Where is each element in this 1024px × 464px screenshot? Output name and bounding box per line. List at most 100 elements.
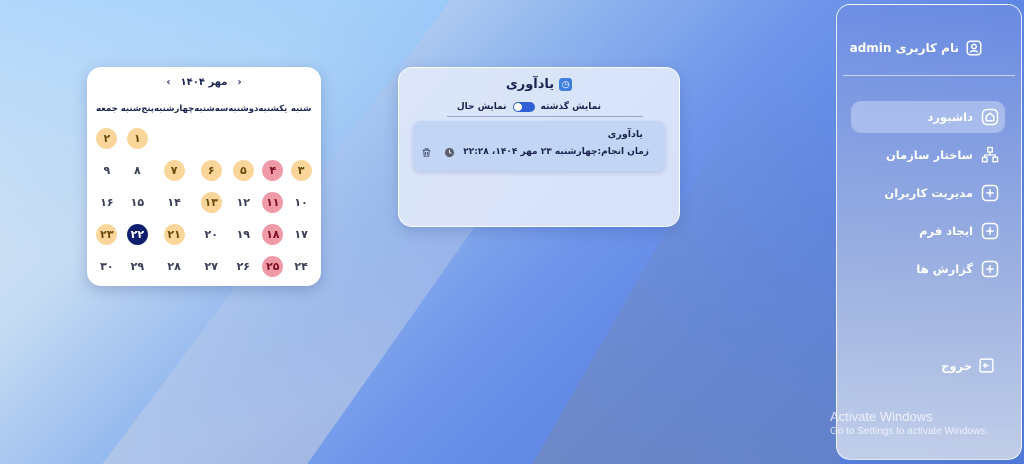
calendar-day-number: ۲۷ bbox=[204, 260, 218, 273]
calendar-day-number: ۲۳ bbox=[96, 224, 118, 245]
calendar-day-number: ۳ bbox=[290, 160, 312, 181]
calendar-day-number: ۲۹ bbox=[130, 260, 145, 273]
calendar-day[interactable]: ۳ bbox=[287, 157, 315, 184]
calendar-day[interactable]: ۱۱ bbox=[258, 189, 287, 216]
sidebar-item-reports[interactable]: گزارش ها bbox=[851, 253, 1005, 285]
reminder-item[interactable]: یادآوری زمان انجام:چهارشنبه ۲۳ مهر ۱۴۰۴،… bbox=[413, 121, 665, 171]
watermark-line2: Go to Settings to activate Windows. bbox=[830, 426, 988, 437]
calendar-day-number: ۱۴ bbox=[167, 196, 181, 209]
sidebar-item-label: مدیریت کاربران bbox=[884, 186, 973, 200]
reminder-card: ◷ یادآوری نمایش گذشته نمایش حال یادآوری … bbox=[398, 67, 680, 227]
reminder-item-time: زمان انجام:چهارشنبه ۲۳ مهر ۱۴۰۴، ۲۲:۲۸ bbox=[463, 147, 649, 157]
reminder-title-text: یادآوری bbox=[505, 77, 555, 92]
sidebar-item-org-structure[interactable]: ساختار سازمان bbox=[851, 139, 1005, 171]
filter-divider bbox=[447, 116, 643, 117]
calendar-day[interactable]: ۲۷ bbox=[194, 253, 228, 280]
show-mode-toggle[interactable] bbox=[512, 102, 535, 112]
calendar-day[interactable]: ۷ bbox=[154, 157, 194, 184]
sidebar-item-user-management[interactable]: مدیریت کاربران bbox=[851, 177, 1005, 209]
calendar-day-number: ۲۲ bbox=[126, 224, 148, 245]
calendar-day[interactable]: ۲۴ bbox=[287, 253, 315, 280]
calendar-day-number: ۱۹ bbox=[236, 228, 251, 241]
sidebar-item-dashboard[interactable]: داشبورد bbox=[851, 101, 1005, 133]
calendar-header: ‹ مهر ۱۴۰۴ › bbox=[93, 77, 315, 88]
calendar-day-number: ۹ bbox=[103, 164, 111, 177]
calendar-day[interactable]: ۴ bbox=[258, 157, 287, 184]
plus-box-icon bbox=[981, 260, 999, 278]
calendar-day-number: ۲۰ bbox=[204, 228, 218, 241]
calendar-day[interactable]: ۲ bbox=[93, 125, 121, 152]
weekday-header: دوشنبه bbox=[228, 104, 259, 114]
calendar-day-number: ۲۱ bbox=[163, 224, 185, 245]
calendar-day[interactable]: ۲۶ bbox=[228, 253, 258, 280]
weekday-header: یکشنبه bbox=[258, 104, 288, 114]
calendar-empty-cell bbox=[154, 125, 194, 152]
calendar-day[interactable]: ۱۲ bbox=[228, 189, 258, 216]
sidebar-item-label: داشبورد bbox=[927, 110, 973, 124]
show-current-label: نمایش حال bbox=[456, 102, 507, 112]
calendar-day-number: ۱۰ bbox=[294, 196, 308, 209]
activate-windows-watermark: Activate Windows Go to Settings to activ… bbox=[830, 409, 988, 437]
reminder-filter: نمایش گذشته نمایش حال bbox=[457, 102, 601, 112]
home-icon bbox=[981, 108, 999, 126]
trash-icon[interactable] bbox=[421, 147, 432, 158]
calendar-day[interactable]: ۱۵ bbox=[121, 189, 154, 216]
calendar-day[interactable]: ۲۳ bbox=[93, 221, 121, 248]
calendar-day-number: ۱۶ bbox=[100, 196, 114, 209]
calendar-day[interactable]: ۸ bbox=[121, 157, 154, 184]
calendar-day[interactable]: ۱ bbox=[121, 125, 154, 152]
month-label: مهر ۱۴۰۴ bbox=[180, 77, 228, 88]
calendar-day-today[interactable]: ۲۲ bbox=[121, 221, 154, 248]
calendar-day[interactable]: ۱۴ bbox=[154, 189, 194, 216]
calendar-day-number: ۲ bbox=[96, 128, 118, 149]
logout-label: خروج bbox=[941, 358, 972, 373]
calendar-day[interactable]: ۲۵ bbox=[258, 253, 287, 280]
calendar-day[interactable]: ۱۶ bbox=[93, 189, 121, 216]
calendar-widget: ‹ مهر ۱۴۰۴ › شنبه یکشنبه دوشنبه سه‌شنبه چهار… bbox=[87, 67, 321, 286]
username: نام کاربری admin bbox=[849, 41, 959, 55]
calendar-day-number: ۲۵ bbox=[262, 256, 284, 277]
sidebar-item-label: ساختار سازمان bbox=[885, 148, 973, 162]
calendar-grid: شنبه یکشنبه دوشنبه سه‌شنبه چهارشنبه پنج‌شنبه ج… bbox=[93, 98, 315, 280]
reminder-item-header: یادآوری bbox=[608, 129, 649, 140]
calendar-day[interactable]: ۲۰ bbox=[194, 221, 228, 248]
calendar-day-number: ۳۰ bbox=[100, 260, 114, 273]
calendar-day[interactable]: ۱۸ bbox=[258, 221, 287, 248]
calendar-day[interactable]: ۲۱ bbox=[154, 221, 194, 248]
weekday-header: شنبه bbox=[290, 104, 312, 114]
calendar-day[interactable]: ۱۳ bbox=[194, 189, 228, 216]
calendar-day[interactable]: ۱۷ bbox=[287, 221, 315, 248]
logout-icon bbox=[979, 358, 994, 373]
calendar-day-number: ۱۸ bbox=[262, 224, 284, 245]
clock-icon[interactable] bbox=[444, 147, 455, 158]
calendar-day[interactable]: ۲۸ bbox=[154, 253, 194, 280]
calendar-day[interactable]: ۹ bbox=[93, 157, 121, 184]
calendar-day[interactable]: ۲۹ bbox=[121, 253, 154, 280]
calendar-day-number: ۱ bbox=[126, 128, 148, 149]
calendar-day[interactable]: ۳۰ bbox=[93, 253, 121, 280]
calendar-day[interactable]: ۶ bbox=[194, 157, 228, 184]
calendar-day-number: ۴ bbox=[262, 160, 284, 181]
sidebar-item-label: ایجاد فرم bbox=[919, 224, 973, 238]
watermark-line1: Activate Windows bbox=[830, 409, 933, 424]
show-past-label: نمایش گذشته bbox=[540, 102, 601, 112]
calendar-day-number: ۶ bbox=[200, 160, 222, 181]
calendar-day[interactable]: ۱۹ bbox=[228, 221, 258, 248]
calendar-empty-cell bbox=[228, 125, 258, 152]
calendar-day-number: ۸ bbox=[134, 164, 141, 177]
reminder-item-actions bbox=[421, 147, 455, 158]
sidebar-menu: داشبورد ساختار سازمان مدیریت کاربران ایج… bbox=[851, 101, 1005, 291]
next-month-button[interactable]: › bbox=[166, 77, 170, 88]
calendar-day-number: ۱۵ bbox=[130, 196, 145, 209]
logout-button[interactable]: خروج bbox=[941, 357, 995, 374]
weekday-header: چهارشنبه bbox=[154, 104, 195, 114]
calendar-day[interactable]: ۱۰ bbox=[287, 189, 315, 216]
calendar-day-number: ۱۱ bbox=[262, 192, 284, 213]
calendar-day-number: ۲۸ bbox=[167, 260, 181, 273]
calendar-day[interactable]: ۵ bbox=[228, 157, 258, 184]
calendar-empty-cell bbox=[258, 125, 287, 152]
sidebar-item-create-form[interactable]: ایجاد فرم bbox=[851, 215, 1005, 247]
reminder-title: ◷ یادآوری bbox=[399, 77, 679, 92]
prev-month-button[interactable]: ‹ bbox=[237, 77, 241, 88]
calendar-day-number: ۲۴ bbox=[294, 260, 308, 273]
